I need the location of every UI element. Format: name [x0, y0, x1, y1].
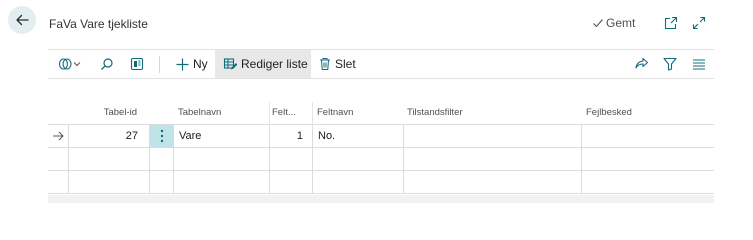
search-icon [101, 58, 113, 70]
check-icon [593, 19, 603, 28]
cell-tabelnavn[interactable] [173, 148, 269, 170]
edit-list-button[interactable]: Rediger liste [215, 50, 311, 78]
row-indicator [48, 125, 68, 147]
col-header-fejlbesked[interactable]: Fejlbesked [586, 102, 706, 125]
open-new-window-button[interactable] [662, 14, 680, 32]
col-header-tabel-id[interactable]: Tabel-id [68, 102, 137, 125]
back-arrow-icon [16, 14, 29, 26]
cell-fejlbesked[interactable] [581, 125, 714, 147]
cell-tabel-id[interactable]: 27 [68, 125, 149, 147]
share-icon [635, 57, 649, 69]
cell-tabelnavn[interactable]: Vare [173, 125, 269, 147]
table-row[interactable] [48, 148, 714, 171]
row-actions-cell [149, 171, 173, 193]
filter-icon [663, 57, 677, 71]
cell-felt[interactable] [269, 171, 312, 193]
view-layout-button[interactable] [130, 50, 144, 78]
cell-felt[interactable] [269, 148, 312, 170]
filter-pane-button[interactable] [58, 50, 82, 78]
toolbar-divider [159, 56, 160, 73]
cell-felt[interactable]: 1 [269, 125, 312, 147]
cell-feltnavn[interactable] [312, 171, 403, 193]
delete-button[interactable]: Slet [319, 50, 356, 78]
cell-feltnavn[interactable] [312, 148, 403, 170]
open-new-window-icon [664, 16, 678, 30]
grid-header: Tabel-id Tabelnavn Felt... Feltnavn Tils… [48, 102, 714, 125]
cell-feltnavn[interactable]: No. [312, 125, 403, 147]
cell-tilstandsfilter[interactable] [403, 148, 581, 170]
action-bar: Ny Rediger liste Slet [48, 49, 714, 79]
expand-icon [692, 16, 706, 30]
cell-tabel-id[interactable] [68, 148, 149, 170]
cell-tabelnavn[interactable] [173, 171, 269, 193]
delete-label: Slet [335, 57, 356, 71]
expand-button[interactable] [690, 14, 708, 32]
search-button[interactable] [100, 50, 114, 78]
filter-button[interactable] [663, 50, 677, 78]
current-row-arrow-icon [53, 131, 64, 141]
saved-status: Gemt [592, 16, 635, 30]
cell-fejlbesked[interactable] [581, 171, 714, 193]
table-row[interactable] [48, 171, 714, 194]
checklist-grid: Tabel-id Tabelnavn Felt... Feltnavn Tils… [48, 102, 714, 194]
page-title: FaVa Vare tjekliste [49, 17, 148, 31]
plus-icon [176, 58, 189, 70]
list-view-icon [693, 59, 705, 70]
saved-label: Gemt [606, 16, 636, 30]
row-actions-button[interactable] [149, 125, 173, 147]
cell-tilstandsfilter[interactable] [403, 171, 581, 193]
row-actions-cell [149, 148, 173, 170]
filter-pane-icon [58, 58, 81, 70]
edit-list-icon [223, 58, 237, 70]
cell-tilstandsfilter[interactable] [403, 125, 581, 147]
cell-tabel-id[interactable] [68, 171, 149, 193]
table-row[interactable]: 27 Vare 1 No. [48, 125, 714, 148]
row-indicator [48, 148, 68, 170]
row-indicator [48, 171, 68, 193]
view-layout-icon [130, 57, 144, 71]
column-separator [269, 102, 270, 125]
cell-fejlbesked[interactable] [581, 148, 714, 170]
col-header-tabelnavn[interactable]: Tabelnavn [178, 102, 266, 125]
share-button[interactable] [634, 50, 649, 78]
col-header-tilstandsfilter[interactable]: Tilstandsfilter [407, 102, 577, 125]
col-header-felt[interactable]: Felt... [272, 102, 310, 125]
new-button[interactable]: Ny [172, 50, 212, 78]
back-button[interactable] [8, 6, 36, 34]
new-label: Ny [193, 57, 208, 71]
grid-footer-strip [48, 195, 714, 203]
list-view-button[interactable] [692, 50, 706, 78]
column-separator [312, 102, 313, 125]
trash-icon [320, 58, 330, 70]
more-options-icon [160, 129, 163, 143]
col-header-feltnavn[interactable]: Feltnavn [317, 102, 402, 125]
edit-list-label: Rediger liste [241, 57, 308, 71]
